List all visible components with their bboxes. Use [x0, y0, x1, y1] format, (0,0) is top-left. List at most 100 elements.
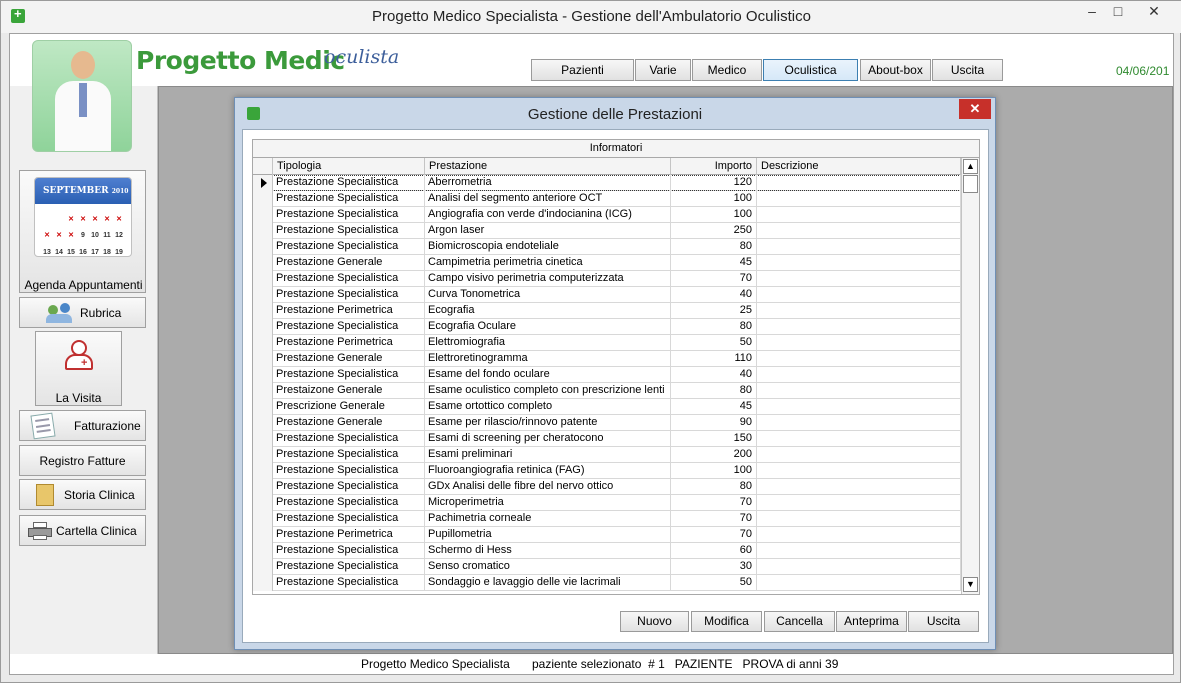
table-row[interactable]: Prestazione Specialistica Campo visivo pe…: [253, 271, 961, 287]
registro-fatture-button[interactable]: Registro Fatture: [19, 445, 146, 476]
cell-tipologia[interactable]: Prestazione Specialistica: [273, 319, 425, 335]
cell-prestazione[interactable]: Schermo di Hess: [425, 543, 671, 559]
row-selector[interactable]: [253, 255, 273, 271]
cell-tipologia[interactable]: Prestazione Specialistica: [273, 271, 425, 287]
cell-importo[interactable]: 50: [671, 575, 757, 591]
menu-about-box[interactable]: About-box: [860, 59, 931, 81]
storia-clinica-button[interactable]: Storia Clinica: [19, 479, 146, 510]
cell-descrizione[interactable]: [757, 527, 961, 543]
cell-prestazione[interactable]: Microperimetria: [425, 495, 671, 511]
cell-importo[interactable]: 120: [671, 175, 757, 191]
table-row[interactable]: Prestazione Perimetrica Elettromiografia 5…: [253, 335, 961, 351]
cell-importo[interactable]: 70: [671, 495, 757, 511]
cell-descrizione[interactable]: [757, 287, 961, 303]
maximize-button[interactable]: □: [1103, 3, 1133, 23]
row-selector[interactable]: [253, 191, 273, 207]
cell-prestazione[interactable]: Pachimetria corneale: [425, 511, 671, 527]
cell-descrizione[interactable]: [757, 479, 961, 495]
cell-prestazione[interactable]: Sondaggio e lavaggio delle vie lacrimali: [425, 575, 671, 591]
row-selector[interactable]: [253, 543, 273, 559]
menu-varie[interactable]: Varie: [635, 59, 691, 81]
cell-importo[interactable]: 25: [671, 303, 757, 319]
menu-uscita[interactable]: Uscita: [932, 59, 1003, 81]
table-row[interactable]: Prestazione Generale Campimetria perimetr…: [253, 255, 961, 271]
cell-prestazione[interactable]: Esami preliminari: [425, 447, 671, 463]
menu-oculistica[interactable]: Oculistica: [763, 59, 858, 81]
cell-tipologia[interactable]: Prestazione Specialistica: [273, 239, 425, 255]
cell-descrizione[interactable]: [757, 447, 961, 463]
grid-scrollbar[interactable]: ▲ ▼: [961, 158, 979, 594]
cell-descrizione[interactable]: [757, 431, 961, 447]
cell-prestazione[interactable]: Curva Tonometrica: [425, 287, 671, 303]
cell-prestazione[interactable]: Analisi del segmento anteriore OCT: [425, 191, 671, 207]
rubrica-button[interactable]: Rubrica: [19, 297, 146, 328]
cell-tipologia[interactable]: Prestazione Specialistica: [273, 431, 425, 447]
cell-descrizione[interactable]: [757, 239, 961, 255]
cell-importo[interactable]: 110: [671, 351, 757, 367]
row-selector[interactable]: [253, 495, 273, 511]
header-tipologia[interactable]: Tipologia: [273, 158, 425, 175]
cell-prestazione[interactable]: Esame ortottico completo: [425, 399, 671, 415]
table-row[interactable]: Prestazione Perimetrica Pupillometria 70: [253, 527, 961, 543]
row-selector[interactable]: [253, 527, 273, 543]
cell-tipologia[interactable]: Prestazione Specialistica: [273, 447, 425, 463]
cell-tipologia[interactable]: Prestazione Specialistica: [273, 479, 425, 495]
scroll-up-icon[interactable]: ▲: [963, 159, 978, 174]
cell-tipologia[interactable]: Prestazione Perimetrica: [273, 527, 425, 543]
cell-tipologia[interactable]: Prestazione Specialistica: [273, 191, 425, 207]
cell-prestazione[interactable]: Campo visivo perimetria computerizzata: [425, 271, 671, 287]
scroll-down-icon[interactable]: ▼: [963, 577, 978, 592]
cell-importo[interactable]: 90: [671, 415, 757, 431]
scroll-thumb[interactable]: [963, 175, 978, 193]
row-selector[interactable]: [253, 367, 273, 383]
cell-tipologia[interactable]: Prestazione Specialistica: [273, 575, 425, 591]
table-row[interactable]: Prestazione Specialistica Esami di screen…: [253, 431, 961, 447]
cell-descrizione[interactable]: [757, 175, 961, 191]
row-selector[interactable]: [253, 287, 273, 303]
row-selector[interactable]: [253, 207, 273, 223]
cell-descrizione[interactable]: [757, 543, 961, 559]
cell-prestazione[interactable]: Esami di screening per cheratocono: [425, 431, 671, 447]
cell-importo[interactable]: 80: [671, 479, 757, 495]
table-row[interactable]: Prestazione Generale Esame per rilascio/r…: [253, 415, 961, 431]
cell-prestazione[interactable]: Biomicroscopia endoteliale: [425, 239, 671, 255]
cell-prestazione[interactable]: Aberrometria: [425, 175, 671, 191]
cell-prestazione[interactable]: Pupillometria: [425, 527, 671, 543]
modifica-button[interactable]: Modifica: [691, 611, 762, 632]
cell-prestazione[interactable]: Argon laser: [425, 223, 671, 239]
cell-importo[interactable]: 40: [671, 367, 757, 383]
cell-importo[interactable]: 250: [671, 223, 757, 239]
cell-descrizione[interactable]: [757, 223, 961, 239]
cell-importo[interactable]: 30: [671, 559, 757, 575]
cell-descrizione[interactable]: [757, 415, 961, 431]
table-row[interactable]: Prestazione Perimetrica Ecografia 25: [253, 303, 961, 319]
table-row[interactable]: Prestazione Generale Elettroretinogramma 1…: [253, 351, 961, 367]
row-selector[interactable]: [253, 447, 273, 463]
cell-tipologia[interactable]: Prestazione Specialistica: [273, 543, 425, 559]
table-row[interactable]: Prestazione Specialistica Microperimetria…: [253, 495, 961, 511]
visita-button[interactable]: + La Visita: [35, 331, 122, 406]
row-selector[interactable]: [253, 463, 273, 479]
cell-prestazione[interactable]: GDx Analisi delle fibre del nervo ottico: [425, 479, 671, 495]
table-row[interactable]: Prestazione Specialistica Analisi del seg…: [253, 191, 961, 207]
cell-importo[interactable]: 60: [671, 543, 757, 559]
cell-tipologia[interactable]: Prestazione Perimetrica: [273, 335, 425, 351]
cell-importo[interactable]: 100: [671, 191, 757, 207]
row-selector[interactable]: [253, 399, 273, 415]
cell-prestazione[interactable]: Fluoroangiografia retinica (FAG): [425, 463, 671, 479]
cell-descrizione[interactable]: [757, 335, 961, 351]
cell-importo[interactable]: 100: [671, 207, 757, 223]
row-selector[interactable]: [253, 271, 273, 287]
cancella-button[interactable]: Cancella: [764, 611, 835, 632]
cell-importo[interactable]: 70: [671, 527, 757, 543]
cell-prestazione[interactable]: Esame oculistico completo con prescrizio…: [425, 383, 671, 399]
row-selector[interactable]: [253, 479, 273, 495]
fatturazione-button[interactable]: Fatturazione: [19, 410, 146, 441]
row-selector[interactable]: [253, 319, 273, 335]
row-selector[interactable]: [253, 575, 273, 591]
table-row[interactable]: Prestazione Specialistica Sondaggio e lav…: [253, 575, 961, 591]
header-prestazione[interactable]: Prestazione: [425, 158, 671, 175]
table-row[interactable]: Prestazione Specialistica Esami prelimina…: [253, 447, 961, 463]
cell-prestazione[interactable]: Elettroretinogramma: [425, 351, 671, 367]
nuovo-button[interactable]: Nuovo: [620, 611, 689, 632]
